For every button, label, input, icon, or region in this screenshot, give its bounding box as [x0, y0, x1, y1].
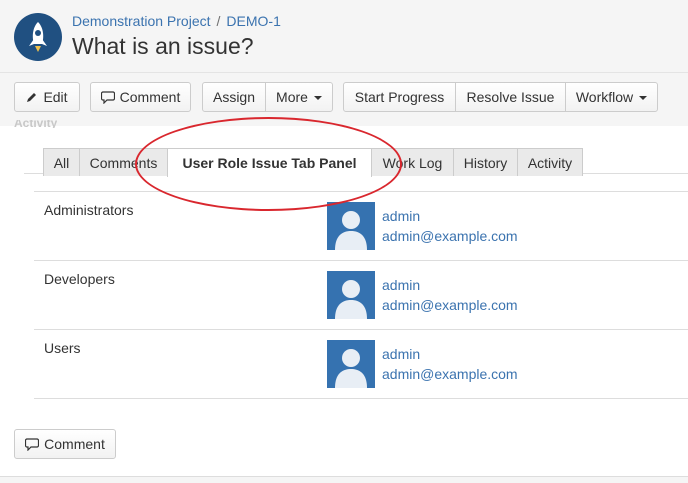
user-avatar[interactable] [327, 202, 375, 250]
user-name-link[interactable]: admin [382, 346, 420, 362]
bottom-divider [0, 476, 688, 477]
user-email-link[interactable]: admin@example.com [382, 366, 518, 382]
pencil-icon [27, 93, 37, 102]
tab-label: User Role Issue Tab Panel [182, 155, 357, 171]
edit-button[interactable]: Edit [14, 82, 80, 112]
speech-bubble-icon [25, 437, 40, 451]
user-avatar[interactable] [327, 271, 375, 319]
more-button-label: More [276, 89, 308, 105]
tab-comments[interactable]: Comments [79, 148, 168, 176]
tab-label: Activity [527, 154, 573, 171]
tab-label: History [463, 154, 508, 171]
breadcrumb: Demonstration Project / DEMO-1 [72, 13, 281, 29]
workflow-button-label: Workflow [575, 89, 634, 105]
user-name-link[interactable]: admin [382, 277, 420, 293]
tab-user-role-issue-panel[interactable]: User Role Issue Tab Panel [167, 148, 372, 177]
user-name-link[interactable]: admin [382, 208, 420, 224]
project-avatar[interactable] [14, 13, 62, 61]
workflow-dropdown-button[interactable]: Workflow [565, 82, 658, 112]
start-progress-label: Start Progress [354, 89, 445, 105]
role-row-divider [34, 260, 688, 261]
add-comment-button[interactable]: Comment [14, 429, 116, 459]
breadcrumb-project-link[interactable]: Demonstration Project [72, 13, 211, 29]
add-comment-label: Comment [44, 436, 105, 452]
resolve-issue-button[interactable]: Resolve Issue [455, 82, 566, 112]
user-silhouette-icon [335, 349, 367, 388]
role-name: Users [44, 340, 81, 356]
start-progress-button[interactable]: Start Progress [343, 82, 456, 112]
user-avatar[interactable] [327, 340, 375, 388]
breadcrumb-issue-link[interactable]: DEMO-1 [226, 13, 280, 29]
tab-work-log[interactable]: Work Log [371, 148, 454, 176]
role-row-divider [34, 329, 688, 330]
speech-bubble-icon [100, 90, 115, 104]
issue-title: What is an issue? [72, 33, 254, 59]
user-silhouette-icon [335, 280, 367, 319]
tab-all[interactable]: All [43, 148, 80, 176]
tab-label: Comments [89, 154, 158, 171]
user-email-link[interactable]: admin@example.com [382, 297, 518, 313]
role-name: Developers [44, 271, 115, 287]
role-row-divider [34, 398, 688, 399]
chevron-down-icon [313, 96, 322, 100]
breadcrumb-separator: / [216, 13, 221, 29]
chevron-down-icon [639, 96, 648, 100]
tab-label: All [53, 154, 70, 171]
resolve-issue-label: Resolve Issue [466, 89, 555, 105]
comment-button[interactable]: Comment [90, 82, 191, 112]
rocket-icon [29, 22, 47, 52]
more-dropdown-button[interactable]: More [265, 82, 333, 112]
role-row-divider [34, 191, 688, 192]
tab-label: Work Log [382, 154, 443, 171]
user-email-link[interactable]: admin@example.com [382, 228, 518, 244]
role-name: Administrators [44, 202, 134, 218]
assign-button[interactable]: Assign [202, 82, 266, 112]
comment-button-label: Comment [119, 89, 181, 105]
assign-button-label: Assign [212, 89, 256, 105]
user-silhouette-icon [335, 211, 367, 250]
edit-button-label: Edit [43, 89, 68, 105]
tab-history[interactable]: History [453, 148, 518, 176]
activity-heading: Activity [14, 120, 58, 128]
tab-activity[interactable]: Activity [517, 148, 583, 176]
